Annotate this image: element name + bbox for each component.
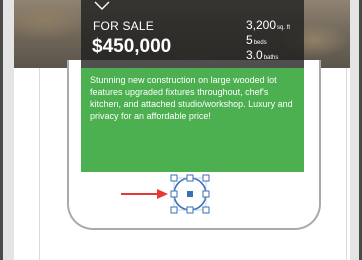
resize-handle-top-right[interactable] (202, 174, 210, 182)
editor-canvas: FOR SALE $450,000 3,200sq. ft 5beds 3.0b… (0, 0, 362, 260)
resize-handle-right[interactable] (202, 190, 210, 198)
red-arrow-icon (121, 189, 168, 199)
resize-handle-top[interactable] (186, 174, 194, 182)
resize-handle-bottom[interactable] (186, 206, 194, 214)
resize-handle-top-left[interactable] (170, 174, 178, 182)
resize-handle-left[interactable] (170, 190, 178, 198)
selected-circle-shape[interactable] (170, 174, 210, 214)
resize-handle-bottom-left[interactable] (170, 206, 178, 214)
center-handle[interactable] (187, 191, 193, 197)
annotation-layer (121, 174, 210, 214)
resize-handle-bottom-right[interactable] (202, 206, 210, 214)
